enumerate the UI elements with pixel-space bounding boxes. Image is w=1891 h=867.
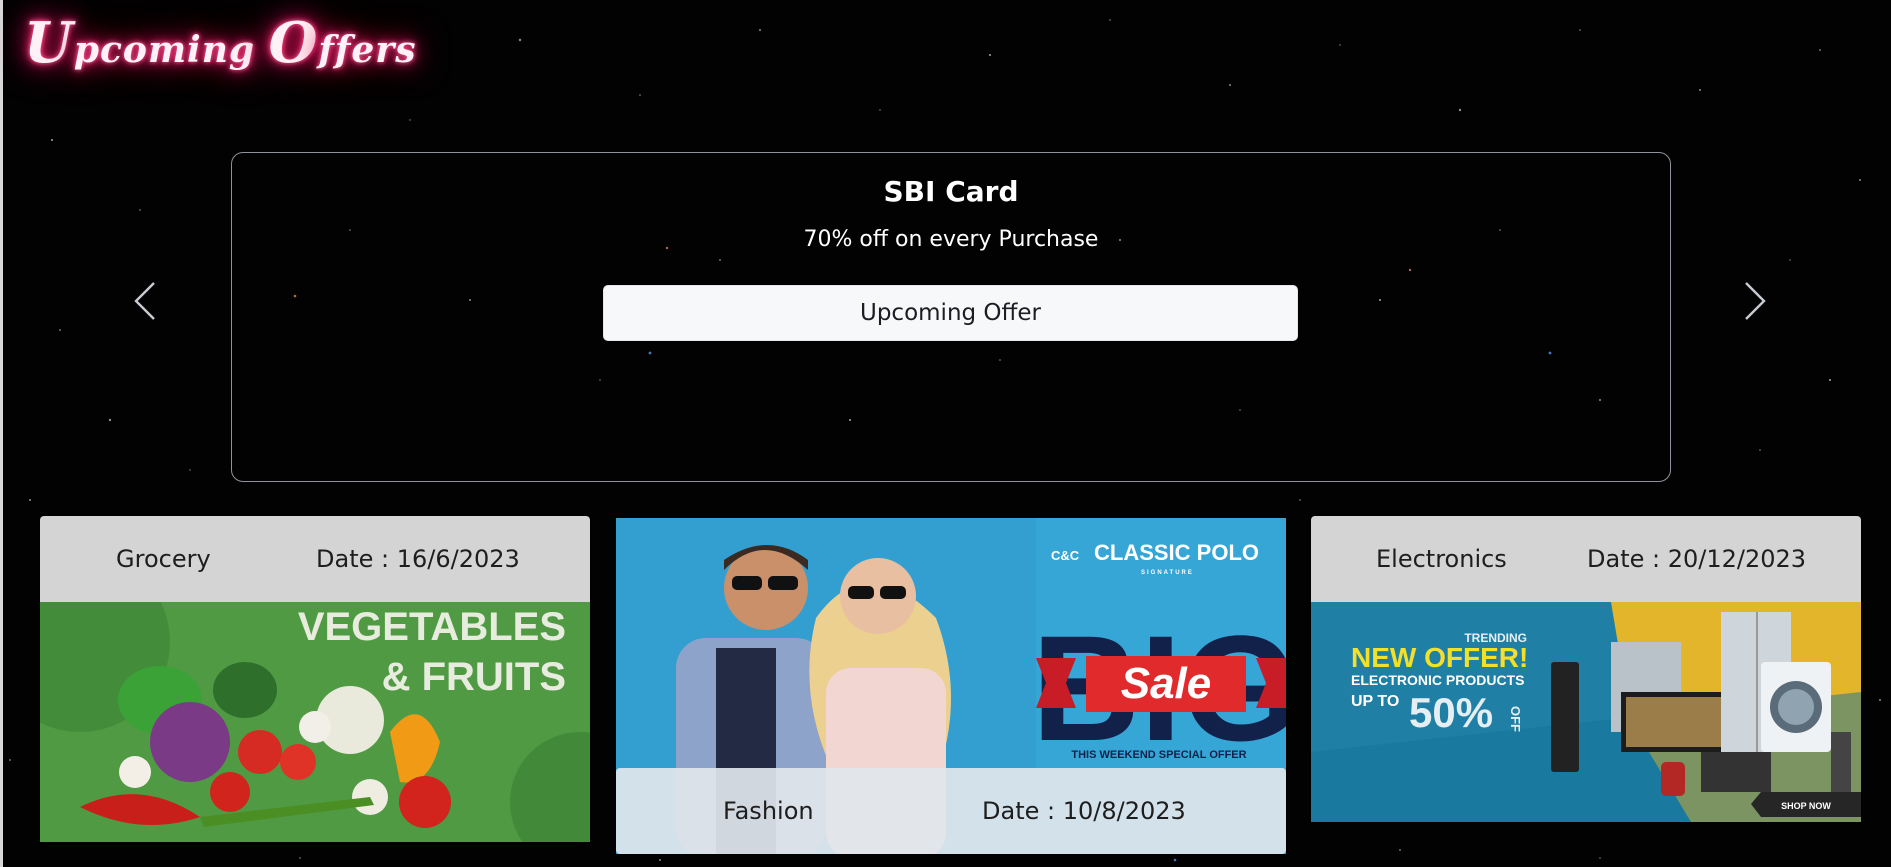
card-header: Electronics Date : 20/12/2023 bbox=[1311, 516, 1861, 602]
carousel-next-button[interactable] bbox=[1740, 280, 1770, 322]
electronics-headline: NEW OFFER! bbox=[1351, 642, 1528, 673]
card-date: Date : 16/6/2023 bbox=[316, 545, 520, 573]
card-category: Fashion bbox=[723, 797, 814, 825]
slide-description: 70% off on every Purchase bbox=[803, 227, 1099, 252]
offer-card-electronics[interactable]: Electronics Date : 20/12/2023 TRENDING N… bbox=[1311, 516, 1861, 822]
electronics-percent: 50% bbox=[1409, 689, 1493, 736]
offer-card-grocery[interactable]: Grocery Date : 16/6/2023 VEGETABLES & FR… bbox=[40, 516, 590, 842]
page-title: Upcoming Offers bbox=[24, 10, 417, 76]
title-initial-o: O bbox=[268, 10, 319, 76]
grocery-banner-image: VEGETABLES & FRUITS bbox=[40, 602, 590, 842]
electronics-off: OFF bbox=[1508, 706, 1523, 732]
slide-title: SBI Card bbox=[883, 175, 1019, 208]
fashion-footer: THIS WEEKEND SPECIAL OFFER bbox=[1071, 749, 1246, 761]
title-initial-u: U bbox=[24, 10, 74, 76]
grocery-headline-1: VEGETABLES bbox=[298, 605, 566, 649]
card-date: Date : 20/12/2023 bbox=[1587, 545, 1807, 573]
fashion-sale-text: Sale bbox=[1121, 659, 1212, 708]
electronics-subline: ELECTRONIC PRODUCTS bbox=[1351, 672, 1524, 688]
chevron-left-icon bbox=[134, 282, 155, 320]
fashion-brand: CLASSIC POLO bbox=[1094, 540, 1259, 565]
fashion-brand-tag: SIGNATURE bbox=[1141, 570, 1194, 576]
card-date: Date : 10/8/2023 bbox=[982, 797, 1186, 825]
chevron-right-icon bbox=[1745, 282, 1766, 320]
fashion-brand-prefix: C&C bbox=[1051, 548, 1080, 563]
offer-carousel: SBI Card 70% off on every Purchase Upcom… bbox=[231, 152, 1671, 482]
card-header: Fashion Date : 10/8/2023 bbox=[616, 768, 1286, 854]
page-edge bbox=[0, 0, 3, 867]
carousel-prev-button[interactable] bbox=[130, 280, 160, 322]
card-category: Grocery bbox=[116, 545, 211, 573]
title-word-upcoming: pcoming bbox=[73, 29, 256, 71]
offer-card-fashion[interactable]: C&C CLASSIC POLO SIGNATURE BIG Sale THIS… bbox=[616, 518, 1286, 854]
title-word-offers: ffers bbox=[318, 29, 417, 71]
card-category: Electronics bbox=[1376, 545, 1507, 573]
upcoming-offer-button[interactable]: Upcoming Offer bbox=[603, 285, 1298, 341]
electronics-shop-now: SHOP NOW bbox=[1781, 801, 1831, 811]
card-header: Grocery Date : 16/6/2023 bbox=[40, 516, 590, 602]
electronics-up-to: UP TO bbox=[1351, 693, 1399, 710]
grocery-headline-2: & FRUITS bbox=[382, 655, 566, 699]
electronics-banner-image: TRENDING NEW OFFER! ELECTRONIC PRODUCTS … bbox=[1311, 602, 1861, 822]
